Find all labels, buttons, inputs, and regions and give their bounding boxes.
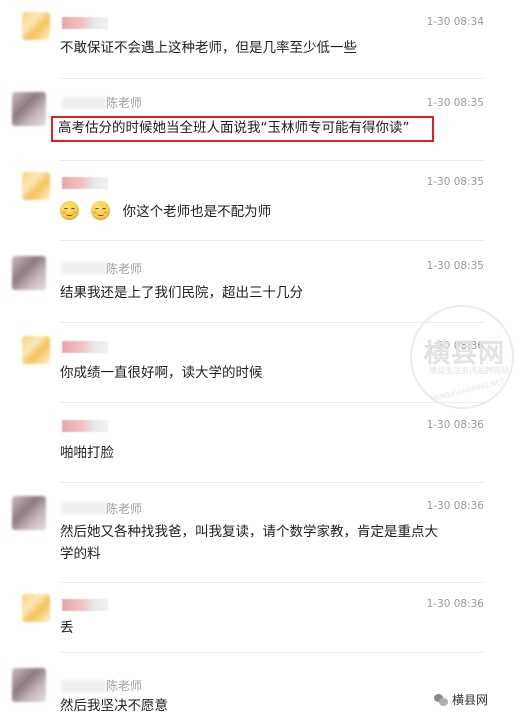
comment-text: 你这个老师也是不配为师	[122, 204, 272, 220]
author-label[interactable]: 陈老师	[106, 502, 142, 516]
wechat-icon	[434, 693, 448, 706]
divider	[60, 652, 484, 653]
comment-text-line2: 学的料	[60, 546, 101, 562]
comment-text-with-emoji: 你这个老师也是不配为师	[60, 201, 470, 223]
username-blurred[interactable]	[62, 502, 106, 514]
author-label[interactable]: 陈老师	[106, 262, 142, 276]
username-blurred[interactable]	[62, 680, 106, 692]
comment-time: 1-30 08:35	[426, 176, 484, 188]
avatar[interactable]	[22, 12, 50, 40]
divider	[60, 78, 484, 79]
comment-time: 1-30 08:34	[426, 16, 484, 28]
footer-brand-text: 横县网	[452, 693, 489, 707]
divider	[60, 582, 484, 583]
comment-text: 丢	[60, 620, 74, 636]
divider	[60, 160, 484, 161]
divider	[60, 240, 484, 241]
username-blurred[interactable]	[62, 177, 108, 189]
comment-time: 1-30 08:35	[426, 97, 484, 109]
comment-text-line1: 然后她又各种找我爸，叫我复读，请个数学家教，肯定是重点大	[60, 524, 438, 540]
username-blurred[interactable]	[62, 341, 108, 353]
avatar[interactable]	[12, 256, 46, 290]
username-blurred[interactable]	[62, 17, 108, 29]
username-blurred[interactable]	[62, 262, 106, 274]
avatar[interactable]	[12, 496, 46, 530]
divider	[60, 482, 484, 483]
watermark-subtitle: 横县生活资讯品牌网站	[429, 366, 509, 375]
comment-text: 不敢保证不会遇上这种老师，但是几率至少低一些	[60, 40, 357, 56]
comment-text: 结果我还是上了我们民院，超出三十几分	[60, 285, 303, 301]
highlight-box	[51, 116, 434, 142]
site-watermark: 横县网 横县生活资讯品牌网站 HENGXIANWANG.NET	[405, 305, 520, 415]
avatar[interactable]	[22, 172, 50, 200]
avatar[interactable]	[12, 668, 46, 702]
comment-time: 1-30 08:36	[426, 419, 484, 431]
username-blurred[interactable]	[62, 97, 106, 109]
author-label[interactable]: 陈老师	[106, 679, 142, 693]
comment-text: 然后我坚决不愿意	[60, 698, 168, 714]
comment-time: 1-30 08:36	[426, 598, 484, 610]
comment-text: 啪啪打脸	[60, 445, 114, 461]
avatar[interactable]	[22, 336, 50, 364]
footer-brand: 横县网	[434, 691, 488, 708]
avatar[interactable]	[22, 594, 50, 622]
smile-blush-icon	[91, 201, 111, 220]
avatar[interactable]	[12, 92, 46, 126]
username-blurred[interactable]	[62, 599, 108, 611]
smile-blush-icon	[60, 201, 79, 220]
username-blurred[interactable]	[62, 420, 108, 432]
comment-time: 1-30 08:36	[426, 500, 484, 512]
author-label[interactable]: 陈老师	[106, 96, 142, 110]
comment-time: 1-30 08:35	[426, 260, 484, 272]
